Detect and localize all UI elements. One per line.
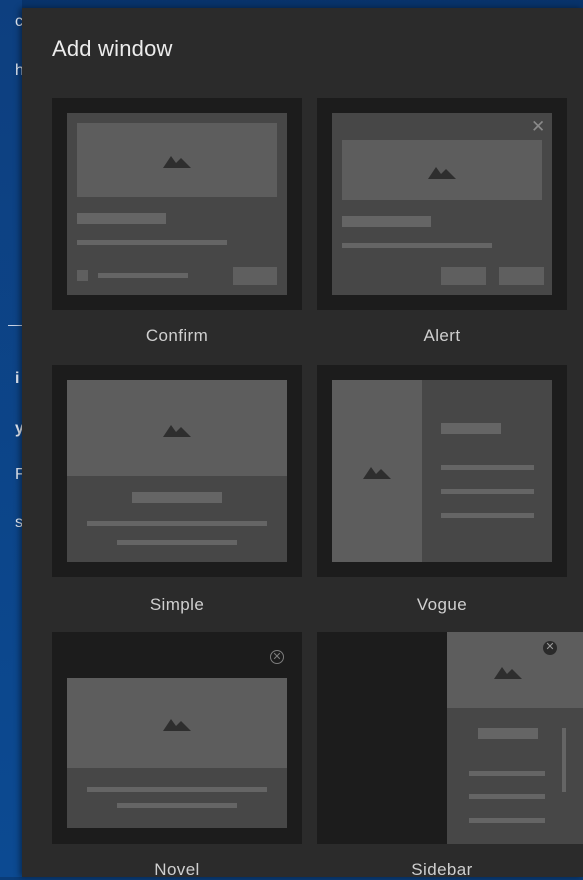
scrollbar-placeholder [562, 728, 566, 792]
template-label-simple[interactable]: Simple [52, 595, 302, 615]
mountain-icon [163, 425, 191, 437]
text-line-placeholder [117, 803, 237, 808]
text-line-placeholder [98, 273, 188, 278]
text-line-placeholder [87, 521, 267, 526]
text-line-placeholder [77, 240, 227, 245]
text-line-placeholder [469, 818, 545, 823]
heading-placeholder [77, 213, 166, 224]
template-label-vogue[interactable]: Vogue [317, 595, 567, 615]
add-window-panel: Add window Confirm ✕ Alert Simple Vogue … [22, 8, 583, 880]
text-line-placeholder [441, 465, 534, 470]
panel-title: Add window [52, 36, 173, 61]
checkbox-placeholder [77, 270, 88, 281]
heading-placeholder [132, 492, 222, 503]
button-placeholder [499, 267, 544, 285]
text-line-placeholder [469, 771, 545, 776]
template-novel[interactable]: ✕ [52, 632, 302, 844]
template-label-alert[interactable]: Alert [317, 326, 567, 346]
close-circle-icon: ✕ [543, 641, 557, 655]
text-line-placeholder [441, 513, 534, 518]
text-line-placeholder [469, 794, 545, 799]
heading-placeholder [478, 728, 538, 739]
heading-placeholder [441, 423, 501, 434]
close-circle-icon: ✕ [270, 650, 284, 664]
template-label-confirm[interactable]: Confirm [52, 326, 302, 346]
button-placeholder [233, 267, 277, 285]
background-edge [0, 0, 22, 877]
text-line-placeholder [117, 540, 237, 545]
template-vogue[interactable] [317, 365, 567, 577]
background-divider [8, 325, 22, 326]
mountain-icon [363, 467, 391, 479]
template-confirm[interactable] [52, 98, 302, 310]
button-placeholder [441, 267, 486, 285]
mountain-icon [163, 156, 191, 168]
mountain-icon [163, 719, 191, 731]
close-icon: ✕ [531, 117, 546, 136]
text-line-placeholder [87, 787, 267, 792]
text-line-placeholder [441, 489, 534, 494]
text-line-placeholder [342, 243, 492, 248]
template-simple[interactable] [52, 365, 302, 577]
heading-placeholder [342, 216, 431, 227]
mountain-icon [494, 667, 522, 679]
template-label-sidebar[interactable]: Sidebar [317, 860, 567, 880]
template-alert[interactable]: ✕ [317, 98, 567, 310]
template-label-novel[interactable]: Novel [52, 860, 302, 880]
template-sidebar[interactable]: ✕ [317, 632, 583, 844]
mountain-icon [428, 167, 456, 179]
